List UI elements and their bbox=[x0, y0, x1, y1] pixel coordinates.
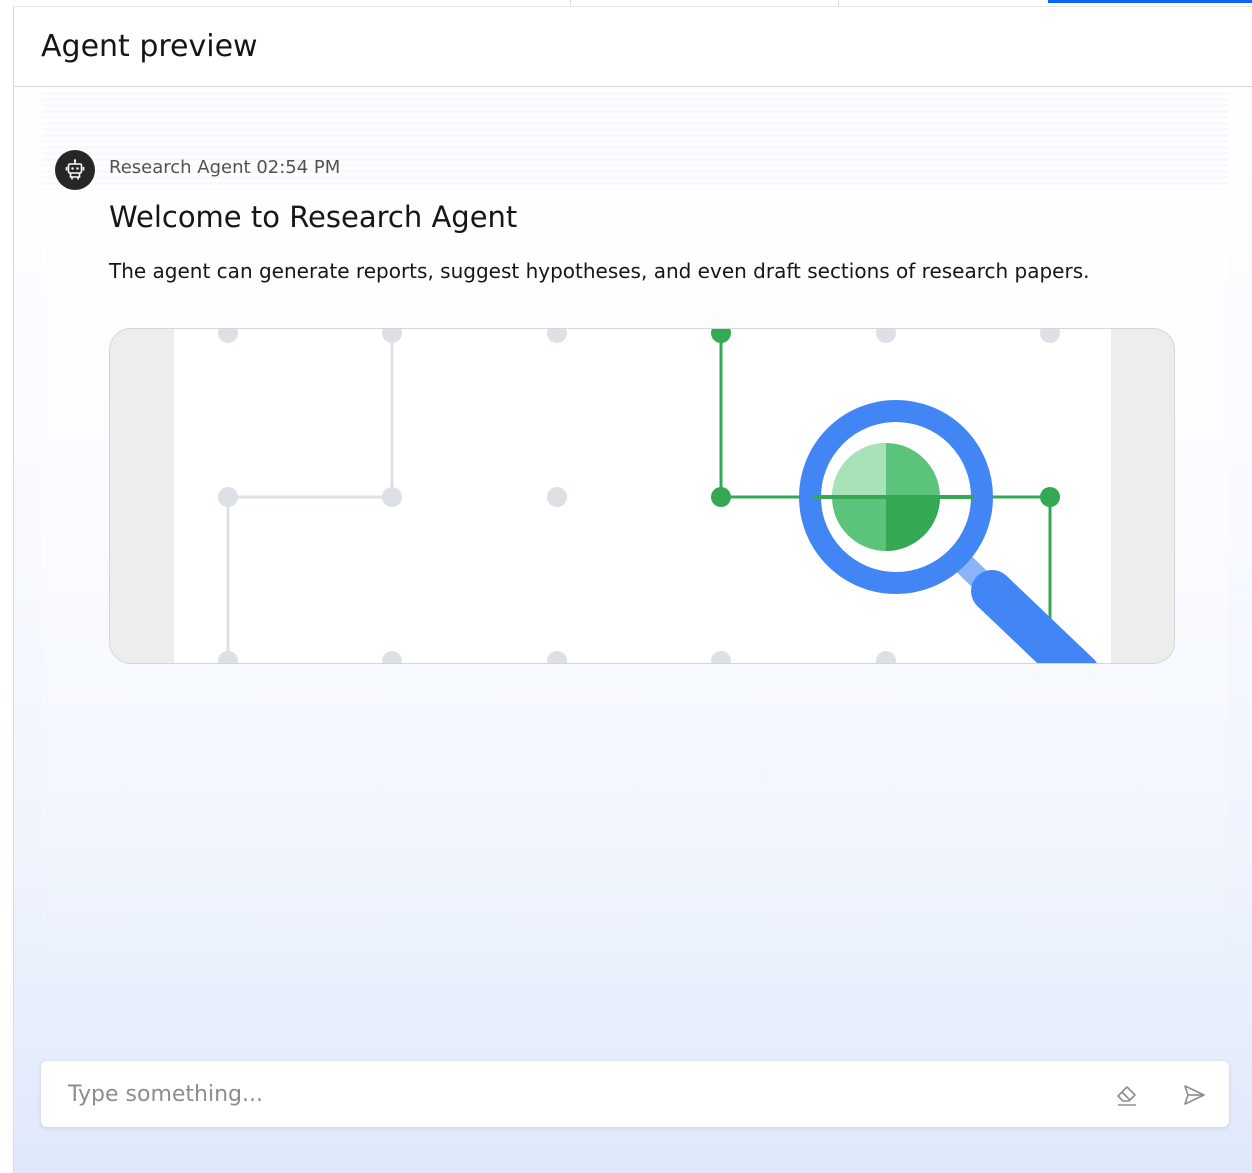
message-body: The agent can generate reports, suggest … bbox=[109, 259, 1090, 283]
eraser-icon bbox=[1117, 1086, 1136, 1106]
message-title: Welcome to Research Agent bbox=[109, 200, 518, 234]
message-image-card bbox=[109, 328, 1175, 664]
agent-preview-panel: Agent preview Research Agent 02:54 PM We… bbox=[13, 6, 1252, 1173]
app-root: Agent preview Research Agent 02:54 PM We… bbox=[0, 0, 1252, 1173]
message-time: 02:54 PM bbox=[256, 157, 341, 178]
sender-name: Research Agent bbox=[109, 157, 251, 178]
send-button[interactable] bbox=[1180, 1081, 1208, 1109]
magnifying-glass-network-illustration bbox=[174, 329, 1111, 663]
chat-input-bar bbox=[41, 1061, 1229, 1127]
robot-icon bbox=[65, 159, 85, 180]
send-icon bbox=[1184, 1085, 1205, 1105]
message-meta: Research Agent 02:54 PM bbox=[109, 157, 340, 178]
page-title: Agent preview bbox=[41, 29, 258, 64]
agent-avatar bbox=[55, 150, 95, 190]
active-tab-indicator bbox=[1048, 0, 1252, 3]
chat-input[interactable] bbox=[41, 1061, 1091, 1127]
panel-header: Agent preview bbox=[14, 7, 1252, 87]
clear-button[interactable] bbox=[1113, 1081, 1141, 1109]
